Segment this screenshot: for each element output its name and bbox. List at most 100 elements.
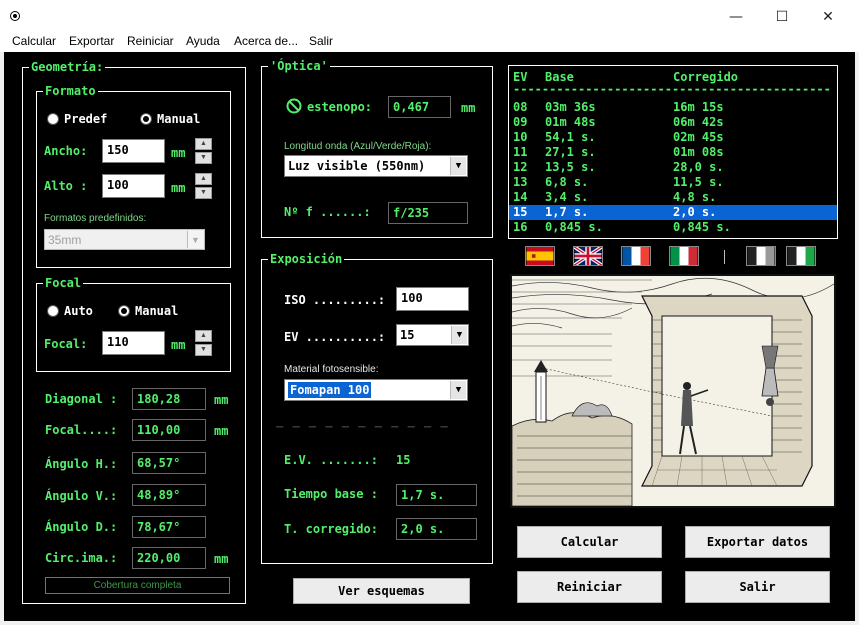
divider-line: ----------------------------------------… — [513, 82, 831, 96]
ev-select[interactable]: 15 ▼ — [396, 324, 469, 346]
menu-ayuda[interactable]: Ayuda — [186, 34, 220, 48]
longitud-select[interactable]: Luz visible (550nm) ▼ — [284, 155, 468, 177]
table-cell: 4,8 s. — [673, 190, 717, 204]
circ-ima-unit: mm — [214, 552, 229, 566]
table-cell: 01m 08s — [673, 145, 724, 159]
table-cell: 01m 48s — [545, 115, 596, 129]
table-cell: 27,1 s. — [545, 145, 596, 159]
table-row[interactable]: 13 6,8 s. 11,5 s. — [509, 175, 837, 190]
maximize-button[interactable]: ☐ — [759, 0, 805, 34]
table-row[interactable]: 12 13,5 s. 28,0 s. — [509, 160, 837, 175]
menu-salir[interactable]: Salir — [309, 34, 333, 48]
focal-manual-radio[interactable] — [118, 305, 130, 317]
green-theme-icon[interactable] — [786, 246, 816, 266]
exposicion-title: Exposición — [268, 251, 345, 267]
menu-calcular[interactable]: Calcular — [12, 34, 56, 48]
predef-formats-value: 35mm — [48, 233, 82, 247]
table-row[interactable]: 10 54,1 s. 02m 45s — [509, 130, 837, 145]
iso-input[interactable]: 100 — [396, 287, 469, 311]
alto-stepper[interactable]: ▲ ▼ — [195, 173, 212, 199]
manual-label: Manual — [157, 112, 201, 126]
focal-input[interactable]: 110 — [102, 331, 165, 355]
ver-esquemas-button[interactable]: Ver esquemas — [293, 578, 470, 604]
up-arrow-icon[interactable]: ▲ — [195, 138, 212, 150]
ancho-unit: mm — [171, 146, 186, 160]
table-cell: 2,0 s. — [673, 205, 717, 219]
predef-formats-select[interactable]: 35mm ▼ — [44, 229, 205, 250]
angulo-h-label: Ángulo H.: — [45, 457, 118, 471]
longitud-label: Longitud onda (Azul/Verde/Roja): — [284, 141, 432, 152]
table-divider: ----------------------------------------… — [509, 82, 837, 97]
salir-button[interactable]: Salir — [685, 571, 830, 603]
auto-radio[interactable] — [47, 305, 59, 317]
up-arrow-icon[interactable]: ▲ — [195, 173, 212, 185]
menu-acerca[interactable]: Acerca de... — [234, 34, 298, 48]
diagonal-label: Diagonal : — [45, 392, 118, 406]
exportar-datos-button[interactable]: Exportar datos — [685, 526, 830, 558]
table-row[interactable]: 11 27,1 s. 01m 08s — [509, 145, 837, 160]
angulo-d-value: 78,67° — [132, 516, 206, 538]
engraving-image — [511, 276, 835, 507]
alto-input[interactable]: 100 — [102, 174, 165, 198]
close-button[interactable]: ✕ — [805, 0, 851, 34]
grayscale-theme-icon[interactable] — [746, 246, 776, 266]
manual-radio[interactable] — [140, 113, 152, 125]
diameter-icon — [286, 98, 302, 114]
iso-label: ISO .........: — [284, 293, 386, 307]
table-cell: 12 — [513, 160, 528, 174]
menu-exportar[interactable]: Exportar — [69, 34, 114, 48]
longitud-value: Luz visible (550nm) — [288, 159, 426, 173]
optica-title: 'Óptica' — [268, 58, 330, 74]
table-cell: 15 — [513, 205, 528, 219]
material-select[interactable]: Fomapan 100 ▼ — [284, 379, 468, 401]
spain-flag-icon[interactable] — [525, 246, 555, 266]
camera-obscura-illustration — [510, 274, 836, 508]
estenopo-unit: mm — [461, 101, 476, 115]
estenopo-label: estenopo: — [307, 100, 373, 114]
table-cell: 0,845 s. — [673, 220, 731, 234]
formato-panel: Formato Predef Manual Ancho: 150 mm ▲ ▼ A… — [36, 83, 231, 268]
menu-bar: Calcular Exportar Reiniciar Ayuda Acerca… — [0, 34, 859, 52]
table-cell: 13 — [513, 175, 528, 189]
reiniciar-button[interactable]: Reiniciar — [517, 571, 662, 603]
auto-label: Auto — [64, 304, 93, 318]
geometria-panel: Geometría: Formato Predef Manual Ancho: … — [22, 59, 246, 604]
ev-table[interactable]: EV Base Corregido ----------------------… — [508, 65, 838, 239]
estenopo-value: 0,467 — [388, 96, 451, 118]
focal-result-value: 110,00 — [132, 419, 206, 441]
table-row[interactable]: 15 1,7 s. 2,0 s. — [509, 205, 837, 220]
italy-flag-icon[interactable] — [669, 246, 699, 266]
title-bar: — ☐ ✕ — [0, 0, 859, 34]
diagonal-value: 180,28 — [132, 388, 206, 410]
material-label: Material fotosensible: — [284, 364, 379, 375]
predef-radio[interactable] — [47, 113, 59, 125]
focal-stepper[interactable]: ▲ ▼ — [195, 330, 212, 356]
table-cell: 03m 36s — [545, 100, 596, 114]
down-arrow-icon[interactable]: ▼ — [195, 152, 212, 164]
minimize-button[interactable]: — — [713, 0, 759, 34]
table-row[interactable]: 09 01m 48s 06m 42s — [509, 115, 837, 130]
table-cell: 08 — [513, 100, 528, 114]
table-row[interactable]: 14 3,4 s. 4,8 s. — [509, 190, 837, 205]
menu-reiniciar[interactable]: Reiniciar — [127, 34, 174, 48]
uk-flag-icon[interactable] — [573, 246, 603, 266]
exposicion-panel: Exposición ISO .........: 100 EV .......… — [261, 251, 493, 564]
chevron-down-icon: ▼ — [187, 231, 203, 248]
table-cell: 11 — [513, 145, 528, 159]
table-cell: 28,0 s. — [673, 160, 724, 174]
ancho-input[interactable]: 150 — [102, 139, 165, 163]
france-flag-icon[interactable] — [621, 246, 651, 266]
down-arrow-icon[interactable]: ▼ — [195, 187, 212, 199]
ancho-stepper[interactable]: ▲ ▼ — [195, 138, 212, 164]
angulo-v-value: 48,89° — [132, 484, 206, 506]
up-arrow-icon[interactable]: ▲ — [195, 330, 212, 342]
down-arrow-icon[interactable]: ▼ — [195, 344, 212, 356]
tcorr-label: T. corregido: — [284, 522, 378, 536]
diagonal-unit: mm — [214, 393, 229, 407]
table-row[interactable]: 16 0,845 s. 0,845 s. — [509, 220, 837, 235]
tiempo-label: Tiempo base : — [284, 487, 378, 501]
focal-result-unit: mm — [214, 424, 229, 438]
calcular-button[interactable]: Calcular — [517, 526, 662, 558]
angulo-d-label: Ángulo D.: — [45, 520, 118, 534]
table-row[interactable]: 08 03m 36s 16m 15s — [509, 100, 837, 115]
